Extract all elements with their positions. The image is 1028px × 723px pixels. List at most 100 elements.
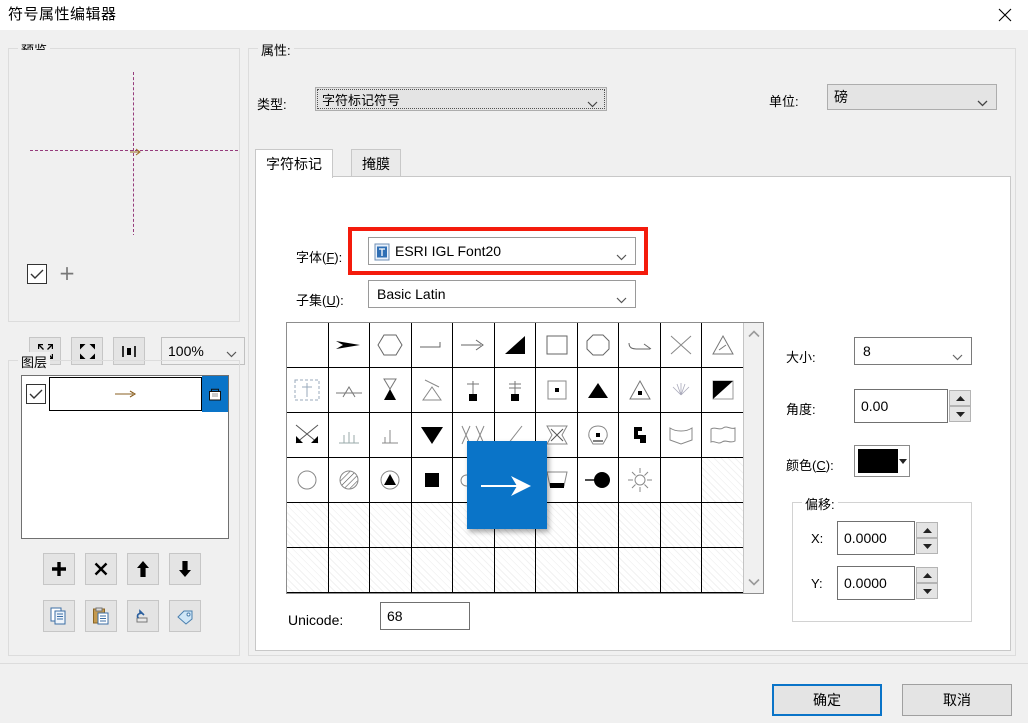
char-cell-empty[interactable] bbox=[411, 503, 454, 548]
char-cell[interactable] bbox=[660, 323, 703, 368]
char-cell[interactable] bbox=[328, 323, 371, 368]
char-cell[interactable] bbox=[619, 323, 661, 368]
offset-x-increment-button[interactable] bbox=[916, 522, 938, 538]
tab-character-marker[interactable]: 字符标记 bbox=[255, 149, 333, 178]
char-cell[interactable] bbox=[328, 413, 371, 458]
char-cell[interactable] bbox=[287, 413, 329, 458]
char-cell-empty[interactable] bbox=[287, 503, 329, 548]
char-cell[interactable] bbox=[536, 323, 578, 368]
char-cell[interactable] bbox=[370, 413, 412, 458]
char-cell[interactable] bbox=[702, 323, 744, 368]
char-cell-empty[interactable] bbox=[619, 548, 661, 593]
char-cell-empty[interactable] bbox=[619, 503, 661, 548]
offset-x-input[interactable]: 0.0000 bbox=[837, 521, 938, 555]
char-cell[interactable] bbox=[287, 323, 329, 368]
char-cell[interactable] bbox=[453, 368, 495, 413]
char-cell[interactable] bbox=[494, 323, 537, 368]
ok-button[interactable]: 确定 bbox=[772, 684, 882, 716]
char-cell[interactable] bbox=[411, 458, 454, 503]
char-cell-empty[interactable] bbox=[494, 548, 537, 593]
offset-y-increment-button[interactable] bbox=[916, 567, 938, 583]
char-cell-empty[interactable] bbox=[577, 548, 620, 593]
char-cell[interactable] bbox=[328, 458, 371, 503]
char-cell-empty[interactable] bbox=[702, 503, 744, 548]
char-cell[interactable] bbox=[411, 323, 454, 368]
offset-y-input[interactable]: 0.0000 bbox=[837, 566, 938, 600]
preview-canvas[interactable] bbox=[10, 50, 238, 235]
char-cell-empty[interactable] bbox=[453, 548, 495, 593]
char-cell-empty[interactable] bbox=[370, 503, 412, 548]
layer-lock-icon[interactable] bbox=[202, 376, 228, 412]
offset-y-stepper[interactable] bbox=[916, 567, 938, 599]
color-picker[interactable] bbox=[854, 445, 910, 477]
type-combo[interactable]: 字符标记符号 bbox=[315, 87, 607, 111]
delete-layer-button[interactable] bbox=[85, 553, 117, 585]
subset-combo[interactable]: Basic Latin bbox=[368, 280, 636, 308]
char-cell-empty[interactable] bbox=[702, 548, 744, 593]
angle-increment-button[interactable] bbox=[949, 390, 971, 406]
angle-input[interactable]: 0.00 bbox=[854, 389, 971, 423]
char-cell[interactable] bbox=[702, 368, 744, 413]
list-item[interactable] bbox=[22, 376, 228, 412]
angle-decrement-button[interactable] bbox=[949, 406, 971, 422]
character-grid[interactable] bbox=[286, 322, 764, 594]
char-cell[interactable] bbox=[577, 458, 620, 503]
char-cell[interactable] bbox=[411, 413, 454, 458]
char-cell[interactable] bbox=[370, 368, 412, 413]
char-cell[interactable] bbox=[577, 323, 620, 368]
char-cell-empty[interactable] bbox=[411, 548, 454, 593]
char-cell-empty[interactable] bbox=[328, 548, 371, 593]
chevron-down-icon[interactable] bbox=[897, 446, 909, 476]
char-cell[interactable] bbox=[660, 413, 703, 458]
preview-visible-checkbox[interactable] bbox=[27, 264, 47, 284]
char-cell[interactable] bbox=[494, 368, 537, 413]
char-cell[interactable] bbox=[370, 458, 412, 503]
offset-x-decrement-button[interactable] bbox=[916, 538, 938, 554]
scroll-down-icon[interactable] bbox=[744, 571, 764, 593]
char-cell-empty[interactable] bbox=[660, 503, 703, 548]
cancel-button[interactable]: 取消 bbox=[902, 684, 1012, 716]
char-cell[interactable] bbox=[660, 368, 703, 413]
move-layer-up-button[interactable] bbox=[127, 553, 159, 585]
char-cell[interactable] bbox=[619, 413, 661, 458]
tab-mask[interactable]: 掩膜 bbox=[351, 149, 401, 177]
copy-layer-button[interactable] bbox=[43, 600, 75, 632]
scroll-up-icon[interactable] bbox=[744, 323, 764, 345]
paste-layer-button[interactable] bbox=[85, 600, 117, 632]
plus-icon[interactable]: + bbox=[57, 263, 77, 283]
unit-combo[interactable]: 磅 bbox=[827, 84, 997, 110]
layer-visible-checkbox[interactable] bbox=[26, 384, 46, 404]
char-cell-empty[interactable] bbox=[370, 548, 412, 593]
char-cell[interactable] bbox=[328, 368, 371, 413]
char-cell[interactable] bbox=[370, 323, 412, 368]
char-cell[interactable] bbox=[702, 413, 744, 458]
color-swatch[interactable] bbox=[858, 449, 898, 473]
angle-stepper[interactable] bbox=[949, 390, 971, 422]
add-layer-button[interactable] bbox=[43, 553, 75, 585]
undo-icon[interactable] bbox=[127, 600, 159, 632]
move-layer-down-button[interactable] bbox=[169, 553, 201, 585]
char-cell[interactable] bbox=[287, 368, 329, 413]
layer-list[interactable] bbox=[21, 375, 229, 539]
char-cell[interactable] bbox=[287, 458, 329, 503]
tag-layer-button[interactable] bbox=[169, 600, 201, 632]
char-cell[interactable] bbox=[619, 368, 661, 413]
char-cell-empty[interactable] bbox=[702, 458, 744, 503]
char-cell[interactable] bbox=[536, 368, 578, 413]
font-combo[interactable]: ESRI IGL Font20 bbox=[368, 237, 636, 265]
character-grid-scrollbar[interactable] bbox=[743, 323, 763, 593]
offset-y-decrement-button[interactable] bbox=[916, 583, 938, 599]
char-cell[interactable] bbox=[453, 323, 495, 368]
char-cell[interactable] bbox=[577, 368, 620, 413]
unicode-input[interactable]: 68 bbox=[380, 602, 470, 630]
char-cell[interactable] bbox=[619, 458, 661, 503]
char-cell[interactable] bbox=[660, 458, 703, 503]
char-cell-empty[interactable] bbox=[660, 548, 703, 593]
char-cell[interactable] bbox=[411, 368, 454, 413]
char-cell[interactable] bbox=[577, 413, 620, 458]
char-cell-empty[interactable] bbox=[328, 503, 371, 548]
offset-x-stepper[interactable] bbox=[916, 522, 938, 554]
close-icon[interactable] bbox=[982, 0, 1028, 30]
char-cell-empty[interactable] bbox=[577, 503, 620, 548]
char-cell-empty[interactable] bbox=[536, 548, 578, 593]
